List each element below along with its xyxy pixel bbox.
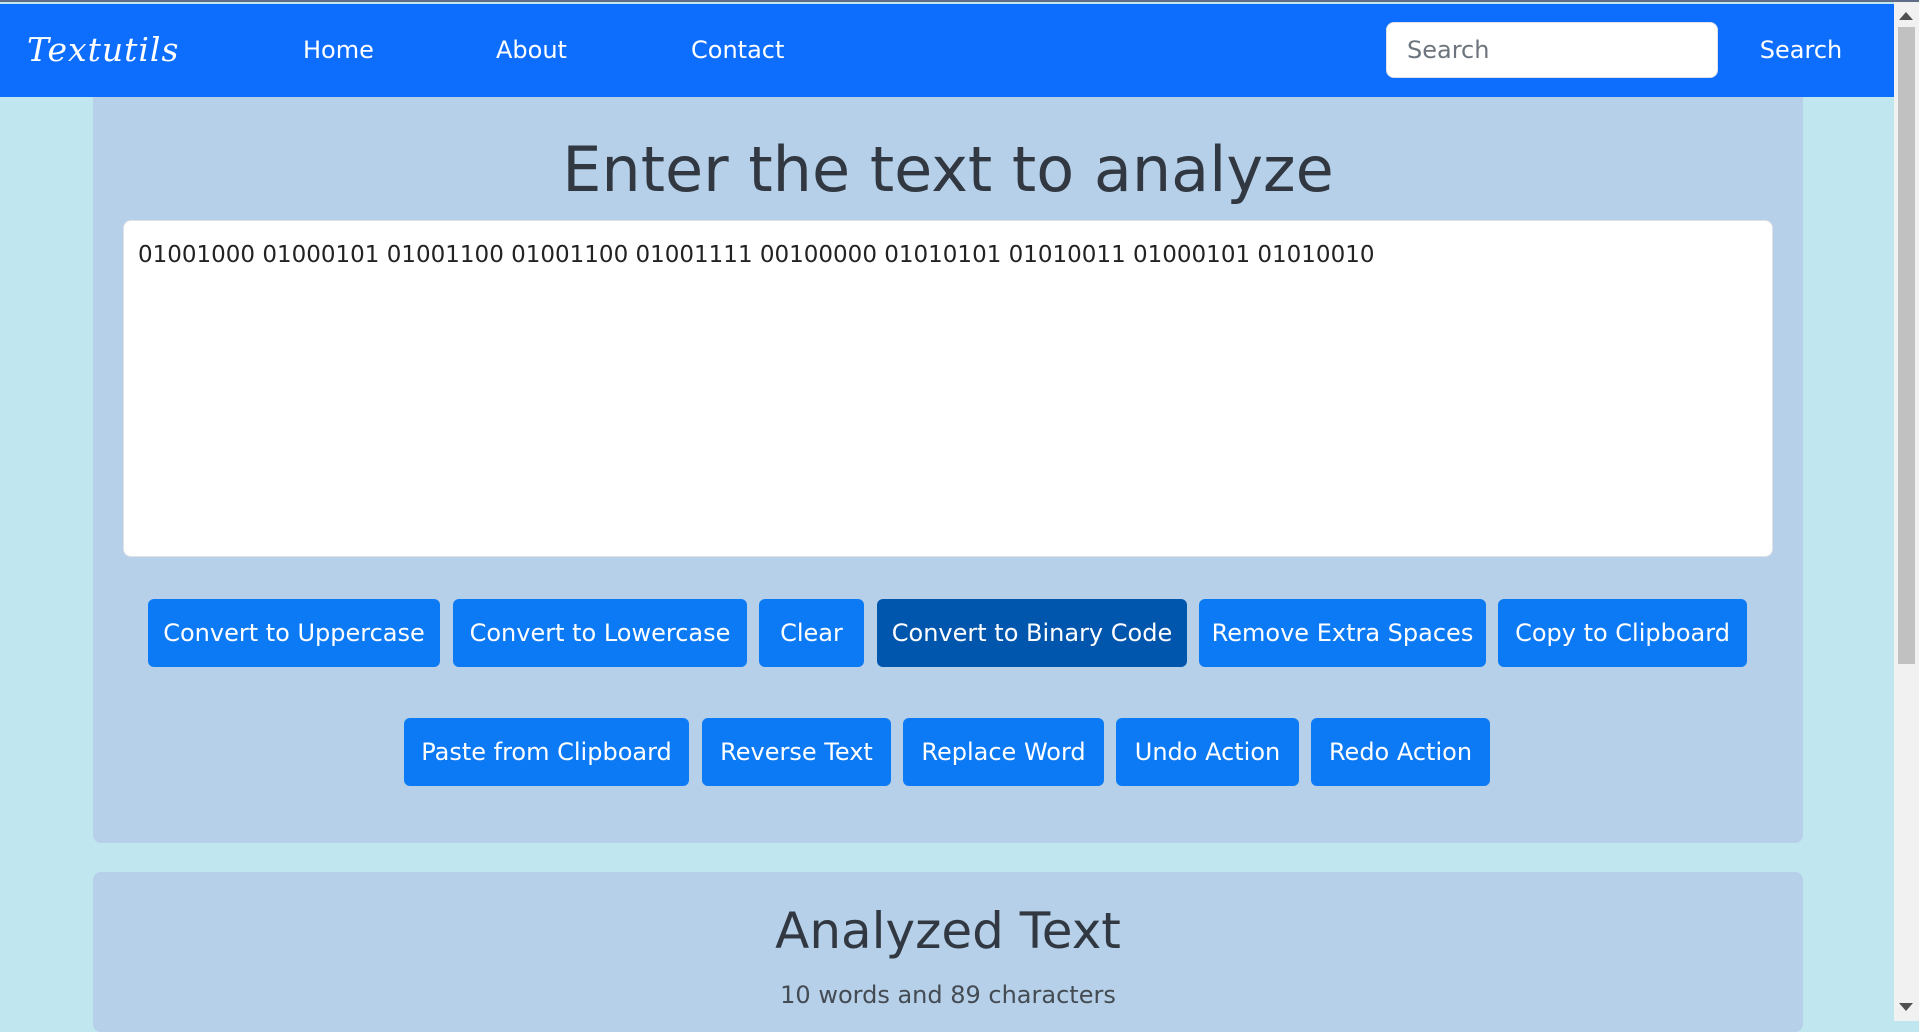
scrollbar-thumb[interactable] [1898, 27, 1915, 664]
undo-action-button[interactable]: Undo Action [1116, 718, 1299, 786]
page-title: Enter the text to analyze [562, 133, 1334, 206]
replace-word-button[interactable]: Replace Word [903, 718, 1104, 786]
copy-clipboard-button[interactable]: Copy to Clipboard [1498, 599, 1747, 667]
text-input-area[interactable] [123, 220, 1773, 557]
navbar: Textutils Home About Contact Search [0, 4, 1894, 97]
lowercase-button[interactable]: Convert to Lowercase [453, 599, 747, 667]
scroll-up-arrow-icon[interactable] [1899, 12, 1913, 20]
scroll-down-arrow-icon[interactable] [1899, 1003, 1913, 1011]
nav-about-link[interactable]: About [496, 36, 567, 64]
remove-spaces-button[interactable]: Remove Extra Spaces [1199, 599, 1486, 667]
search-button[interactable]: Search [1745, 22, 1857, 78]
vertical-scrollbar[interactable] [1894, 2, 1919, 1021]
word-character-count: 10 words and 89 characters [780, 981, 1116, 1009]
search-input[interactable] [1386, 22, 1718, 78]
reverse-text-button[interactable]: Reverse Text [702, 718, 891, 786]
brand-logo[interactable]: Textutils [27, 30, 179, 69]
uppercase-button[interactable]: Convert to Uppercase [148, 599, 440, 667]
analysis-title: Analyzed Text [775, 902, 1121, 960]
analysis-panel: Analyzed Text 10 words and 89 characters [93, 872, 1803, 1032]
redo-action-button[interactable]: Redo Action [1311, 718, 1490, 786]
nav-contact-link[interactable]: Contact [691, 36, 784, 64]
text-input-panel: Enter the text to analyze Convert to Upp… [93, 97, 1803, 843]
binary-code-button[interactable]: Convert to Binary Code [877, 599, 1187, 667]
paste-clipboard-button[interactable]: Paste from Clipboard [404, 718, 689, 786]
nav-home-link[interactable]: Home [303, 36, 374, 64]
clear-button[interactable]: Clear [759, 599, 864, 667]
